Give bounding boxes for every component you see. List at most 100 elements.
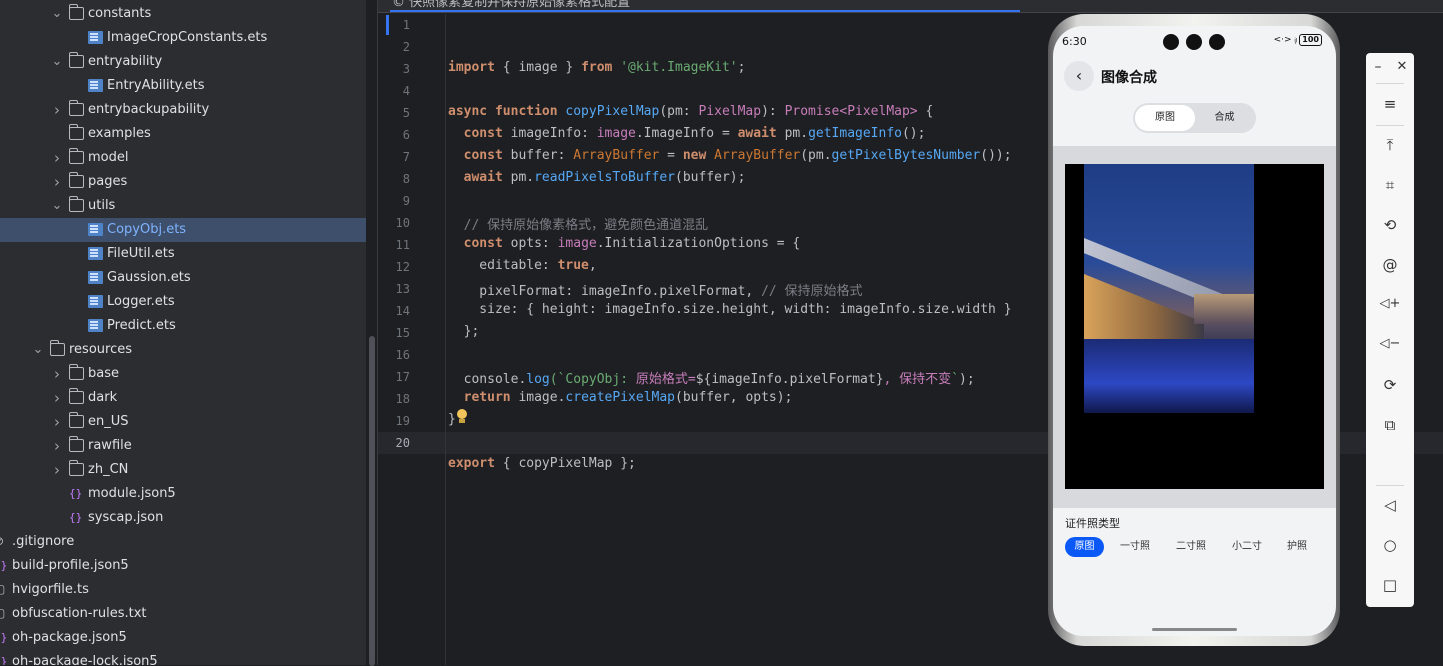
chip-original[interactable]: 原图	[1065, 537, 1104, 557]
tree-item[interactable]: › en_US	[0, 410, 366, 434]
code-line[interactable]: export { copyPixelMap };	[448, 456, 636, 471]
code-line[interactable]: // 保持原始像素格式，避免颜色通道混乱	[448, 214, 708, 233]
code-token: '@kit.ImageKit'	[620, 60, 738, 75]
folder-icon	[69, 172, 84, 188]
editor-tab-bar[interactable]: © 快照像素复制并保持原始像素格式配置	[378, 0, 1443, 13]
tree-item[interactable]: Gaussion.ets	[0, 266, 366, 290]
tree-item[interactable]: ▢hvigorfile.ts	[0, 578, 366, 602]
minimize-button[interactable]: –	[1366, 59, 1390, 75]
code-token: opts:	[502, 236, 558, 251]
segmented-control[interactable]: 原图 合成	[1133, 103, 1256, 133]
ets-file-icon	[88, 271, 103, 284]
line-number: 4	[402, 84, 410, 98]
code-line[interactable]: };	[448, 324, 480, 339]
code-line[interactable]: return image.createPixelMap(buffer, opts…	[448, 390, 793, 405]
close-button[interactable]: ✕	[1390, 59, 1414, 74]
nav-recents-icon[interactable]: □	[1366, 576, 1414, 594]
lightbulb-icon[interactable]	[456, 409, 468, 425]
tree-item[interactable]: › entrybackupability	[0, 98, 366, 122]
tree-item[interactable]: ⌄ entryability	[0, 50, 366, 74]
chevron-down-icon[interactable]: ⌄	[50, 2, 64, 26]
emulator-screen[interactable]: 6:30 <·> ᵢ᷊ₗ 100 ‹ 图像合成 原图 合成 证件照类型 原图 一寸…	[1053, 26, 1336, 636]
code-token: buffer:	[502, 148, 574, 163]
tree-item[interactable]: CopyObj.ets	[0, 218, 366, 242]
tree-item[interactable]: › model	[0, 146, 366, 170]
code-line[interactable]: }	[448, 412, 456, 427]
code-line[interactable]: editable: true,	[448, 258, 596, 273]
tree-item[interactable]: › dark	[0, 386, 366, 410]
chip-one-inch[interactable]: 一寸照	[1115, 537, 1155, 557]
tree-item-label: hvigorfile.ts	[12, 582, 89, 597]
code-token: (pm.	[800, 148, 832, 163]
pin-top-icon[interactable]: ⤒	[1366, 136, 1414, 154]
tree-item[interactable]: examples	[0, 122, 366, 146]
tree-scrollbar[interactable]	[369, 336, 375, 666]
ets-file-icon	[88, 79, 103, 92]
rotate-icon[interactable]: ⟲	[1366, 216, 1414, 234]
code-line[interactable]: console.log(`CopyObj: 原始格式=${imageInfo.p…	[448, 368, 975, 387]
chip-passport[interactable]: 护照	[1282, 537, 1312, 557]
nav-back-icon[interactable]: ◁	[1366, 496, 1414, 514]
tree-item[interactable]: {} syscap.json	[0, 506, 366, 530]
tree-item[interactable]: ⌄ utils	[0, 194, 366, 218]
page-title: 图像合成	[1101, 70, 1157, 86]
chevron-right-icon[interactable]: ›	[50, 434, 64, 458]
multi-device-icon[interactable]: ⧉	[1366, 416, 1414, 434]
chip-two-inch[interactable]: 二寸照	[1170, 537, 1212, 557]
tree-item[interactable]: Predict.ets	[0, 314, 366, 338]
chevron-right-icon[interactable]: ›	[50, 458, 64, 482]
code-line[interactable]: const opts: image.InitializationOptions …	[448, 236, 801, 251]
tree-item[interactable]: ⊘.gitignore	[0, 530, 366, 554]
volume-up-icon[interactable]: ◁+	[1366, 296, 1414, 311]
tree-item[interactable]: › base	[0, 362, 366, 386]
segment-composite[interactable]: 合成	[1195, 105, 1254, 131]
tree-item[interactable]: ⌄ resources	[0, 338, 366, 362]
tree-item[interactable]: EntryAbility.ets	[0, 74, 366, 98]
home-indicator[interactable]	[1152, 628, 1237, 631]
line-number: 15	[395, 326, 410, 340]
volume-down-icon[interactable]: ◁−	[1366, 336, 1414, 351]
line-number: 2	[402, 40, 410, 54]
tree-item[interactable]: {} module.json5	[0, 482, 366, 506]
tree-item[interactable]: ImageCropConstants.ets	[0, 26, 366, 50]
code-line[interactable]: size: { height: imageInfo.size.height, w…	[448, 302, 1011, 317]
chevron-right-icon[interactable]: ›	[50, 410, 64, 434]
tree-item[interactable]: FileUtil.ets	[0, 242, 366, 266]
tree-item[interactable]: {} oh-package.json5	[0, 626, 366, 650]
location-icon[interactable]: @	[1366, 256, 1414, 274]
camera-icon	[1163, 34, 1179, 50]
menu-icon[interactable]: ≡	[1366, 95, 1414, 113]
code-line[interactable]: async function copyPixelMap(pm: PixelMap…	[448, 104, 933, 119]
tree-item[interactable]: › pages	[0, 170, 366, 194]
tree-item[interactable]: {} build-profile.json5	[0, 554, 366, 578]
chevron-down-icon[interactable]: ⌄	[50, 50, 64, 74]
chevron-down-icon[interactable]: ⌄	[50, 194, 64, 218]
chip-small-two-inch[interactable]: 小二寸	[1226, 537, 1268, 557]
code-line[interactable]: const imageInfo: image.ImageInfo = await…	[448, 126, 926, 141]
tree-item-label: obfuscation-rules.txt	[12, 606, 147, 621]
chevron-right-icon[interactable]: ›	[50, 170, 64, 194]
editor-tab-title[interactable]: © 快照像素复制并保持原始像素格式配置	[392, 0, 630, 10]
tree-item[interactable]: ⌄ constants	[0, 2, 366, 26]
chevron-right-icon[interactable]: ›	[50, 362, 64, 386]
back-button[interactable]: ‹	[1064, 61, 1094, 91]
screenshot-crop-icon[interactable]: ⌗	[1366, 176, 1414, 194]
tree-item[interactable]: {} oh-package-lock.json5	[0, 650, 366, 665]
line-number-gutter: 1 2 3 4 5 6 7 8 9 10 11 12 13 14 15 16 17 18 19 20	[378, 14, 446, 665]
nav-home-icon[interactable]: ○	[1366, 536, 1414, 554]
tree-item[interactable]: › rawfile	[0, 434, 366, 458]
chevron-down-icon[interactable]: ⌄	[31, 338, 45, 362]
chevron-right-icon[interactable]: ›	[50, 386, 64, 410]
chevron-right-icon[interactable]: ›	[50, 146, 64, 170]
rotate-device-icon[interactable]: ⟳	[1366, 376, 1414, 394]
tree-item[interactable]: › zh_CN	[0, 458, 366, 482]
code-line[interactable]: import { image } from '@kit.ImageKit';	[448, 60, 745, 75]
tree-item[interactable]: Logger.ets	[0, 290, 366, 314]
chevron-right-icon[interactable]: ›	[50, 98, 64, 122]
segment-original[interactable]: 原图	[1135, 105, 1195, 131]
tree-item[interactable]: ▢obfuscation-rules.txt	[0, 602, 366, 626]
code-line[interactable]: pixelFormat: imageInfo.pixelFormat, // 保…	[448, 280, 862, 299]
code-line[interactable]: await pm.readPixelsToBuffer(buffer);	[448, 170, 746, 185]
code-line[interactable]: const buffer: ArrayBuffer = new ArrayBuf…	[448, 148, 1012, 163]
